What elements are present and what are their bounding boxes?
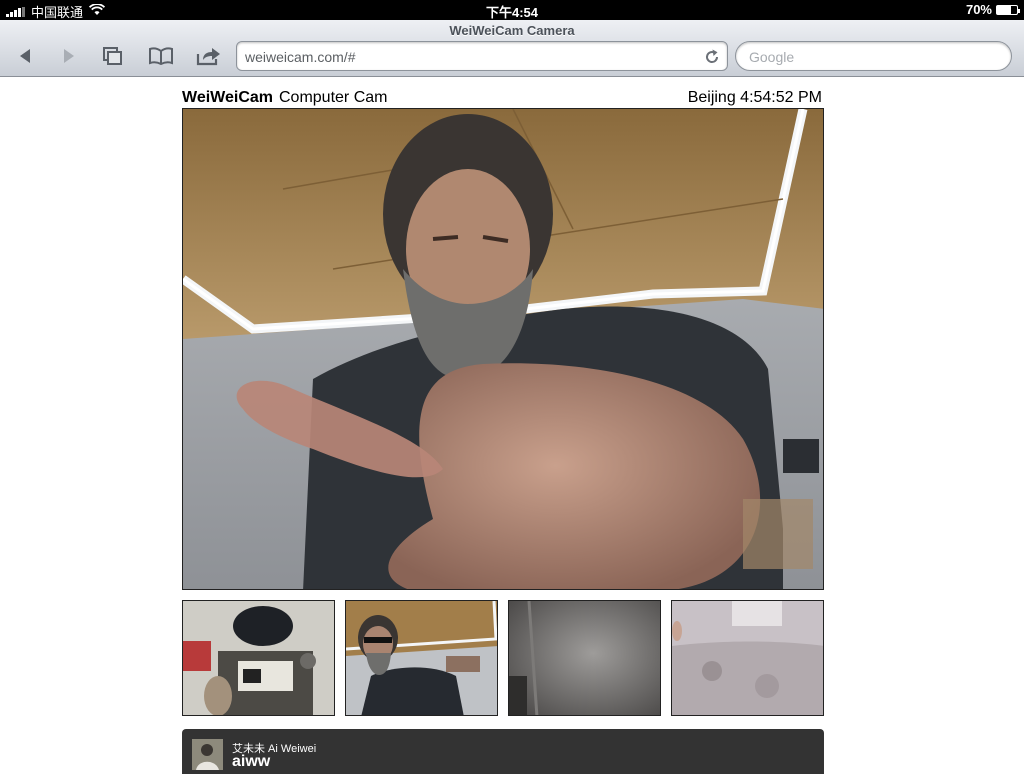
pages-icon <box>103 47 122 65</box>
thumbnail-camera[interactable] <box>508 600 661 716</box>
status-time: 下午4:54 <box>485 5 539 20</box>
browser-toolbar: WeiWeiCam Camera <box>0 20 1024 77</box>
forward-arrow-icon <box>64 49 74 63</box>
twitter-handle[interactable]: aiww <box>232 753 270 771</box>
back-button[interactable] <box>10 44 40 68</box>
share-button[interactable] <box>194 44 224 68</box>
reload-button[interactable] <box>703 48 721 66</box>
camera-header: WeiWeiCam Computer Cam Beijing 4:54:52 PM <box>182 89 824 107</box>
search-input[interactable] <box>749 48 999 66</box>
status-right: 70% <box>965 2 1020 17</box>
avatar[interactable] <box>192 739 223 770</box>
status-bar: 中国联通 下午4:54 70% <box>0 0 1024 20</box>
battery-icon <box>996 4 1020 15</box>
twitter-bar: 艾未未 Ai Weiwei aiww <box>182 729 824 774</box>
back-arrow-icon <box>20 49 30 63</box>
reload-icon <box>706 49 719 63</box>
battery-percent: 70% <box>965 2 992 17</box>
address-bar[interactable] <box>236 41 728 71</box>
page-content: WeiWeiCam Computer Cam Beijing 4:54:52 PM <box>0 78 1024 774</box>
share-icon <box>196 48 220 66</box>
search-bar[interactable] <box>735 41 1012 71</box>
bookmarks-button[interactable] <box>146 44 176 68</box>
thumbnail-camera[interactable] <box>671 600 824 716</box>
camera-clock: Beijing 4:54:52 PM <box>687 89 822 106</box>
page-title: WeiWeiCam Camera <box>449 23 575 38</box>
pages-button[interactable] <box>98 44 128 68</box>
camera-name: Computer Cam <box>279 89 388 106</box>
site-brand: WeiWeiCam <box>182 89 273 106</box>
main-camera-feed <box>182 108 824 590</box>
forward-button[interactable] <box>54 44 84 68</box>
thumbnail-camera[interactable] <box>345 600 498 716</box>
thumbnail-camera[interactable] <box>182 600 335 716</box>
bookmarks-icon <box>149 47 173 65</box>
camera-thumbnails <box>182 600 824 716</box>
url-input[interactable] <box>245 48 700 66</box>
